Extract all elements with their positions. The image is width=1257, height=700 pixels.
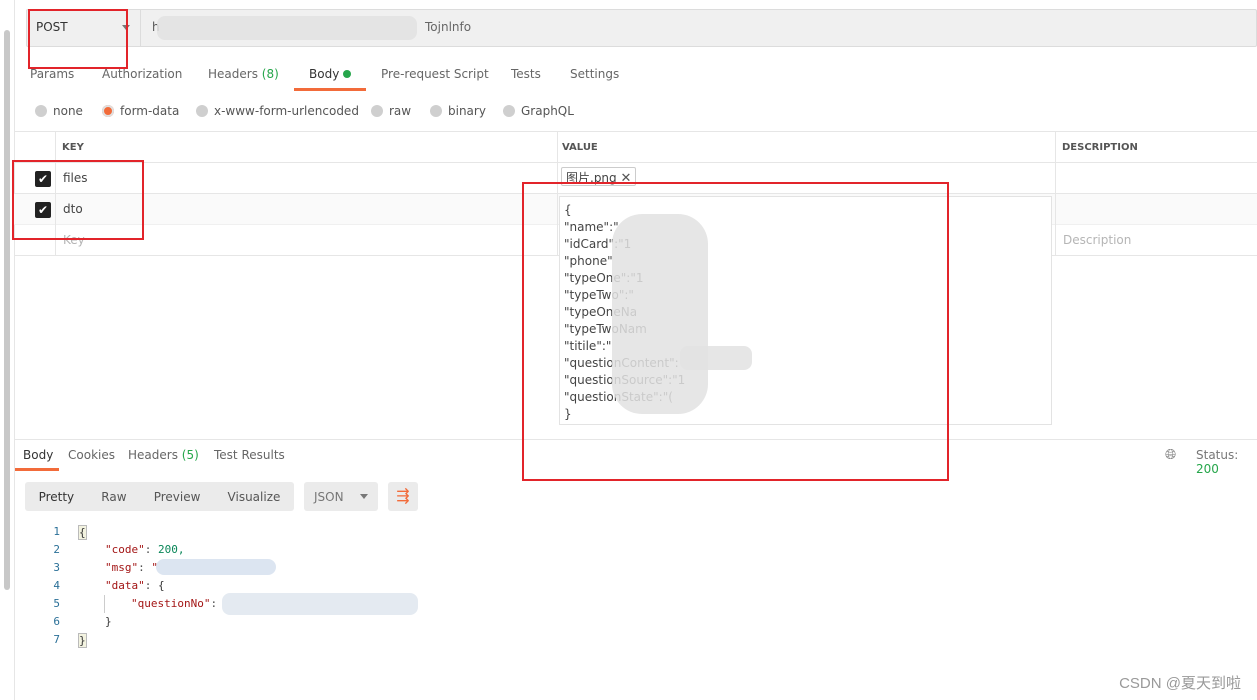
code-line: "msg": " (105, 561, 158, 574)
response-tab-cookies[interactable]: Cookies (68, 448, 115, 462)
tab-body[interactable]: Body (309, 67, 352, 81)
redacted-url (157, 16, 417, 40)
json-value: { (158, 579, 165, 592)
radio-label: raw (389, 104, 412, 118)
annotation-box (28, 9, 128, 69)
scrollbar[interactable] (4, 30, 10, 590)
modified-dot-icon (343, 70, 352, 78)
watermark: CSDN @夏天到啦 (1119, 675, 1241, 692)
active-tab-indicator (294, 88, 366, 91)
json-value: 200, (158, 543, 185, 556)
divider (14, 0, 15, 700)
radio-label: form-data (120, 104, 180, 118)
code-line: { (78, 525, 87, 540)
line-number: 7 (53, 633, 60, 646)
radio-label: binary (448, 104, 486, 118)
radio-label: x-www-form-urlencoded (214, 104, 359, 118)
wrap-lines-icon[interactable]: ⇶ (388, 482, 418, 511)
divider (1055, 132, 1056, 256)
tab-settings[interactable]: Settings (570, 67, 619, 81)
tab-tests[interactable]: Tests (511, 67, 541, 81)
description-input[interactable]: Description (1063, 233, 1131, 247)
radio-label: GraphQL (521, 104, 574, 118)
code-line: "questionNo": (131, 597, 218, 610)
json-key: "questionNo" (131, 597, 211, 610)
url-bar: POST h Tojnlnfo (26, 9, 1257, 47)
radio-binary[interactable]: binary (430, 104, 486, 118)
redacted-value (222, 593, 418, 615)
radio-label: none (53, 104, 83, 118)
view-preview[interactable]: Preview (154, 490, 201, 504)
tab-label: Body (309, 67, 340, 81)
response-tab-test-results[interactable]: Test Results (214, 448, 285, 462)
json-key: "msg" (105, 561, 139, 574)
indent-guide (104, 595, 105, 613)
status: Status: 200 (1196, 448, 1257, 476)
view-raw[interactable]: Raw (101, 490, 126, 504)
headers-count: (5) (181, 448, 199, 462)
column-header-description: DESCRIPTION (1062, 142, 1138, 153)
tab-label: Headers (208, 67, 258, 81)
chevron-down-icon (360, 494, 368, 499)
annotation-box (12, 160, 144, 240)
line-number: 3 (53, 561, 60, 574)
line-number: 5 (53, 597, 60, 610)
radio-none[interactable]: none (35, 104, 83, 118)
response-tab-body[interactable]: Body (23, 448, 53, 462)
radio-urlencoded[interactable]: x-www-form-urlencoded (196, 104, 359, 118)
response-tab-headers[interactable]: Headers (5) (128, 448, 199, 462)
json-key: "code" (105, 543, 145, 556)
radio-selected-icon (102, 105, 114, 117)
json-key: "data" (105, 579, 145, 592)
response-view-toggle: Pretty Raw Preview Visualize (25, 482, 294, 511)
tab-pre-request-script[interactable]: Pre-request Script (381, 67, 489, 81)
divider (14, 162, 1257, 163)
headers-count: (8) (261, 67, 279, 81)
radio-form-data[interactable]: form-data (102, 104, 179, 118)
radio-icon (196, 105, 208, 117)
line-number: 2 (53, 543, 60, 556)
annotation-box (522, 182, 949, 481)
redacted-value (156, 559, 276, 575)
column-header-value: VALUE (562, 142, 598, 153)
tab-label: Headers (128, 448, 178, 462)
radio-icon (35, 105, 47, 117)
status-label: Status: (1196, 448, 1239, 462)
format-select[interactable]: JSON (304, 482, 378, 511)
line-number: 4 (53, 579, 60, 592)
radio-icon (503, 105, 515, 117)
active-tab-indicator (15, 468, 59, 471)
tab-authorization[interactable]: Authorization (102, 67, 182, 81)
code-line: "data": { (105, 579, 165, 592)
view-visualize[interactable]: Visualize (228, 490, 281, 504)
radio-icon (430, 105, 442, 117)
url-suffix: Tojnlnfo (425, 20, 472, 34)
radio-graphql[interactable]: GraphQL (503, 104, 574, 118)
line-number: 1 (53, 525, 60, 538)
view-pretty[interactable]: Pretty (39, 490, 75, 504)
radio-raw[interactable]: raw (371, 104, 411, 118)
globe-icon[interactable]: 🌐︎ (1165, 447, 1176, 463)
column-header-key: KEY (62, 142, 84, 153)
line-number: 6 (53, 615, 60, 628)
tab-params[interactable]: Params (30, 67, 74, 81)
tab-headers[interactable]: Headers (8) (208, 67, 279, 81)
code-line: } (78, 633, 87, 648)
code-line: } (105, 615, 112, 628)
status-code: 200 (1196, 462, 1219, 476)
radio-icon (371, 105, 383, 117)
format-label: JSON (314, 490, 344, 504)
code-line: "code": 200, (105, 543, 185, 556)
